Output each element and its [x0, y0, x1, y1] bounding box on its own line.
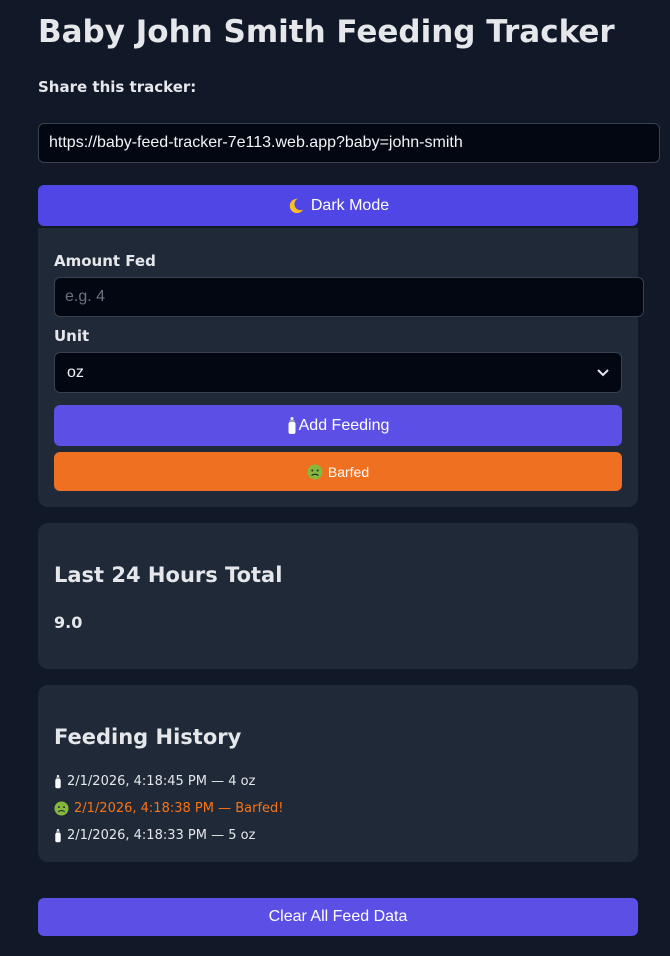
- history-card: Feeding History 2/1/2026, 4:18:45 PM — 4…: [38, 685, 638, 862]
- share-url-input[interactable]: [38, 123, 660, 163]
- clear-data-button[interactable]: Clear All Feed Data: [38, 898, 638, 936]
- amount-input[interactable]: [54, 277, 644, 317]
- amount-label: Amount Fed: [54, 252, 156, 270]
- history-item: 2/1/2026, 4:18:33 PM — 5 oz: [54, 828, 255, 843]
- history-item-text: 2/1/2026, 4:18:33 PM — 5 oz: [67, 828, 256, 843]
- moon-icon: [287, 197, 305, 215]
- unit-selected-value: oz: [67, 363, 84, 381]
- chevron-down-icon: [597, 366, 609, 380]
- history-title: Feeding History: [54, 725, 242, 749]
- share-label: Share this tracker:: [38, 78, 197, 96]
- baby-bottle-icon: [54, 774, 62, 789]
- baby-bottle-icon: [54, 828, 62, 843]
- add-feeding-label: Add Feeding: [298, 416, 390, 434]
- page-title: Baby John Smith Feeding Tracker: [38, 14, 615, 50]
- barfed-button[interactable]: Barfed: [54, 452, 622, 491]
- total-card: Last 24 Hours Total 9.0: [38, 523, 638, 669]
- feeding-form: Amount Fed Unit oz Add Feeding Barfed: [38, 228, 644, 507]
- nauseated-face-icon: [54, 801, 69, 816]
- nauseated-face-icon: [307, 464, 323, 480]
- barfed-label: Barfed: [327, 463, 370, 480]
- history-item: 2/1/2026, 4:18:45 PM — 4 oz: [54, 774, 255, 789]
- dark-mode-button[interactable]: Dark Mode: [38, 185, 638, 226]
- add-feeding-button[interactable]: Add Feeding: [54, 405, 622, 446]
- history-item: 2/1/2026, 4:18:38 PM — Barfed!: [54, 801, 284, 816]
- baby-bottle-icon: [287, 416, 297, 435]
- unit-select[interactable]: oz: [54, 352, 622, 393]
- history-item-text: 2/1/2026, 4:18:45 PM — 4 oz: [67, 774, 256, 789]
- total-title: Last 24 Hours Total: [54, 563, 283, 587]
- dark-mode-label: Dark Mode: [310, 196, 390, 214]
- history-item-text: 2/1/2026, 4:18:38 PM — Barfed!: [74, 801, 284, 816]
- unit-label: Unit: [54, 327, 90, 345]
- total-value: 9.0: [54, 613, 83, 632]
